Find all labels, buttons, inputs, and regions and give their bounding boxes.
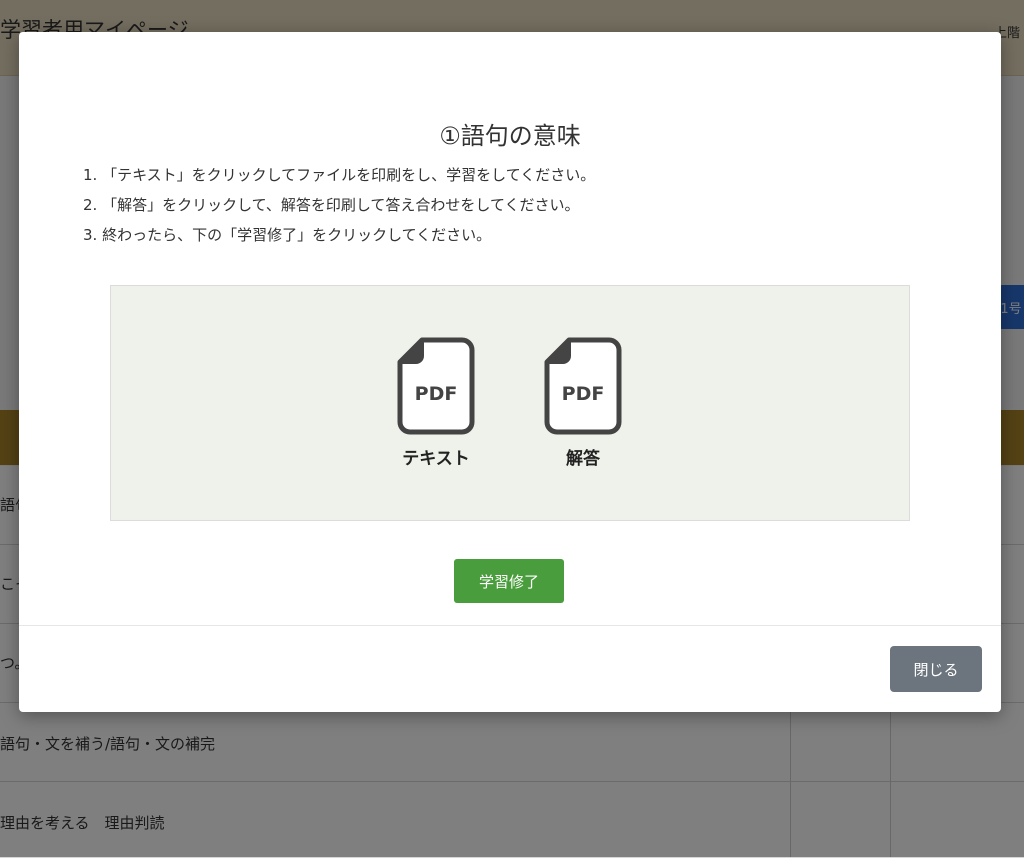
close-button[interactable]: 閉じる (890, 646, 982, 692)
pdf-icon-text: PDF (562, 383, 605, 405)
pdf-icon-text: PDF (415, 383, 458, 405)
text-pdf-link[interactable]: PDF テキスト (391, 336, 481, 469)
pdf-file-icon: PDF (544, 337, 622, 435)
instruction-list: 1. 「テキスト」をクリックしてファイルを印刷をし、学習をしてください。 2. … (83, 160, 595, 250)
answer-pdf-label: 解答 (566, 449, 600, 469)
modal-title: ①語句の意味 (439, 122, 581, 150)
complete-study-button[interactable]: 学習修了 (454, 559, 564, 603)
text-pdf-label: テキスト (402, 449, 470, 469)
answer-pdf-link[interactable]: PDF 解答 (538, 336, 628, 469)
pdf-file-icon: PDF (397, 337, 475, 435)
instruction-item: 1. 「テキスト」をクリックしてファイルを印刷をし、学習をしてください。 (83, 166, 596, 184)
modal-footer-divider (19, 625, 1001, 626)
pdf-download-area: PDF テキスト PDF 解答 (110, 285, 910, 521)
instruction-item: 3. 終わったら、下の「学習修了」をクリックしてください。 (83, 226, 492, 244)
study-modal: ①語句の意味 1. 「テキスト」をクリックしてファイルを印刷をし、学習をしてくだ… (19, 32, 1001, 712)
instruction-item: 2. 「解答」をクリックして、解答を印刷して答え合わせをしてください。 (83, 196, 580, 214)
